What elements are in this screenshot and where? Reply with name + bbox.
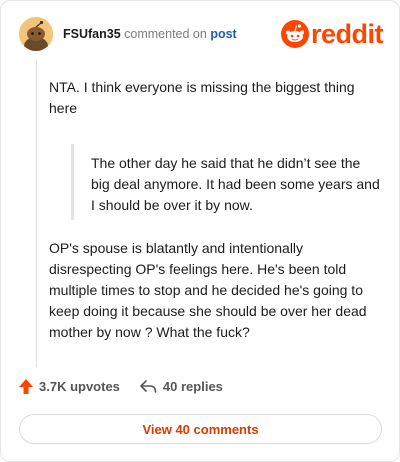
reddit-logo[interactable]: reddit bbox=[281, 19, 384, 49]
comment-paragraph-2: OP's spouse is blatantly and intentional… bbox=[49, 240, 367, 340]
comment-header: FSUfan35 commented on post bbox=[19, 17, 237, 51]
commented-on-label: commented on bbox=[124, 27, 207, 41]
comment-actions: 3.7K upvotes 40 replies bbox=[19, 379, 223, 394]
reply-icon bbox=[140, 379, 157, 393]
author-line: FSUfan35 commented on post bbox=[63, 27, 237, 41]
username-link[interactable]: FSUfan35 bbox=[63, 27, 121, 41]
upvote-button[interactable]: 3.7K upvotes bbox=[19, 379, 120, 394]
upvote-count: 3.7K upvotes bbox=[39, 379, 120, 394]
comment-card: FSUfan35 commented on post reddit NTA. I… bbox=[0, 0, 400, 462]
replies-count: 40 replies bbox=[162, 379, 223, 394]
view-comments-button[interactable]: View 40 comments bbox=[19, 414, 382, 444]
reddit-snoo-icon bbox=[281, 20, 309, 48]
thread-line[interactable] bbox=[36, 59, 37, 367]
blockquote-bar bbox=[71, 144, 74, 220]
avatar-snoo-icon bbox=[19, 17, 53, 51]
comment-paragraph-1: NTA. I think everyone is missing the big… bbox=[49, 79, 355, 116]
reddit-wordmark: reddit bbox=[311, 19, 384, 49]
replies-button[interactable]: 40 replies bbox=[140, 379, 223, 394]
user-avatar[interactable] bbox=[19, 17, 53, 51]
blockquote-text: The other day he said that he didn’t see… bbox=[91, 155, 380, 213]
upvote-arrow-icon bbox=[19, 379, 33, 394]
post-link[interactable]: post bbox=[210, 27, 236, 41]
